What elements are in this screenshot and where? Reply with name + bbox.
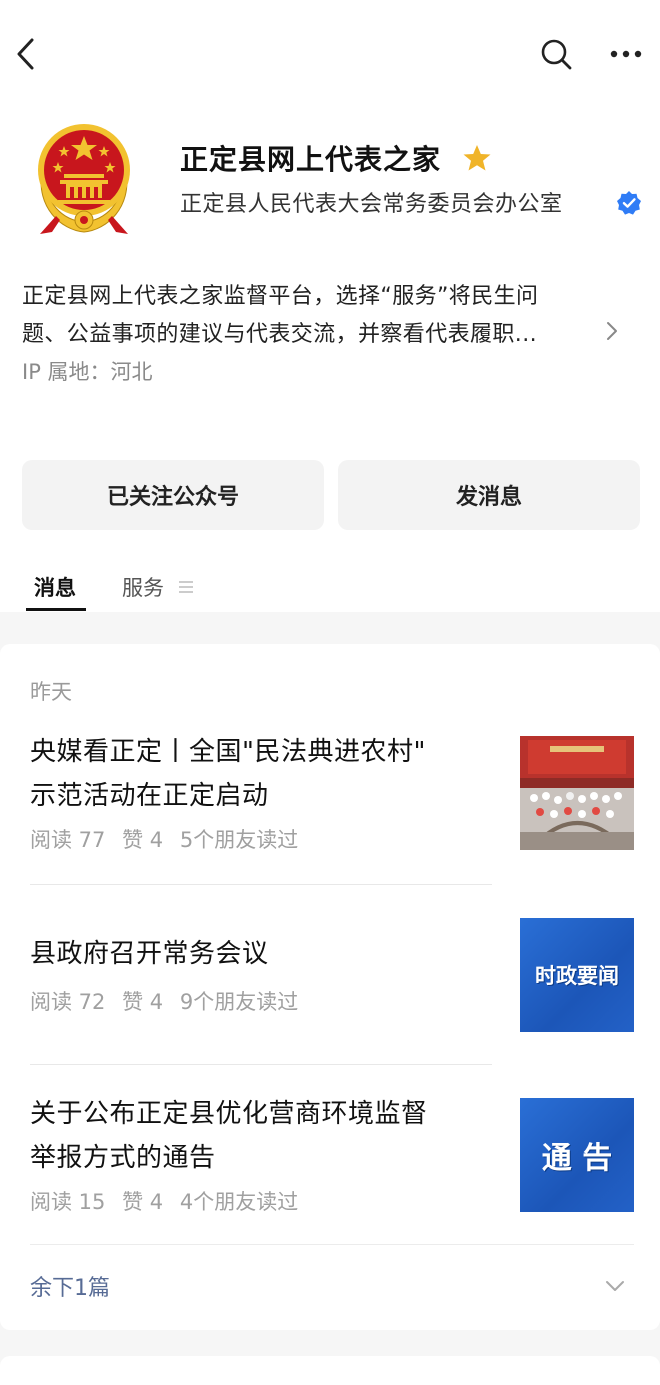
search-button[interactable] — [538, 36, 574, 72]
article-item[interactable]: 央媒看正定丨全国"民法典进农村" 示范活动在正定启动 阅读 77 赞 4 5个朋… — [0, 730, 660, 870]
friends-read: 5个朋友读过 — [179, 828, 299, 852]
article-title-line: 关于公布正定县优化营商环境监督 — [30, 1099, 428, 1129]
navigation-bar — [0, 0, 660, 110]
read-count: 阅读 77 — [30, 828, 106, 852]
article-thumbnail — [520, 736, 634, 850]
followed-button[interactable]: 已关注公众号 — [22, 460, 324, 530]
account-description[interactable]: 正定县网上代表之家监督平台，选择“服务”将民生问 题、公益事项的建议与代表交流，… — [22, 278, 612, 354]
like-count: 赞 4 — [122, 828, 164, 852]
article-thumbnail: 通 告 — [520, 1098, 634, 1212]
like-count: 赞 4 — [122, 990, 164, 1014]
account-owner[interactable]: 正定县人民代表大会常务委员会办公室 — [180, 186, 563, 218]
national-emblem-icon — [38, 124, 130, 234]
tab-services[interactable]: 服务 — [122, 572, 164, 602]
verified-badge-icon — [617, 191, 641, 215]
like-count: 赞 4 — [122, 1190, 164, 1214]
article-divider — [30, 1064, 492, 1065]
send-message-button[interactable]: 发消息 — [338, 460, 640, 530]
article-title-line: 县政府召开常务会议 — [30, 939, 269, 969]
message-card — [0, 1356, 660, 1385]
chevron-down-icon[interactable] — [604, 1278, 626, 1294]
friends-read: 9个朋友读过 — [179, 990, 299, 1014]
chevron-right-icon[interactable] — [604, 320, 620, 342]
description-line: 正定县网上代表之家监督平台，选择“服务”将民生问 — [22, 284, 539, 309]
section-divider — [30, 1244, 634, 1245]
more-dots-icon — [610, 50, 642, 58]
menu-lines-icon[interactable] — [178, 580, 194, 594]
tab-messages[interactable]: 消息 — [34, 572, 76, 602]
search-icon — [541, 39, 572, 70]
back-button[interactable] — [12, 36, 42, 72]
article-meta: 阅读 15 赞 4 4个朋友读过 — [30, 1186, 308, 1216]
article-title: 县政府召开常务会议 — [30, 932, 500, 976]
article-meta: 阅读 72 赞 4 9个朋友读过 — [30, 986, 308, 1016]
read-count: 阅读 72 — [30, 990, 106, 1014]
article-thumbnail: 时政要闻 — [520, 918, 634, 1032]
account-avatar[interactable] — [26, 112, 142, 242]
read-count: 阅读 15 — [30, 1190, 106, 1214]
account-name: 正定县网上代表之家 — [180, 143, 442, 176]
ip-location: IP 属地：河北 — [22, 360, 153, 384]
article-title: 关于公布正定县优化营商环境监督 举报方式的通告 — [30, 1092, 500, 1180]
date-label: 昨天 — [30, 680, 72, 704]
article-title-line: 举报方式的通告 — [30, 1143, 216, 1173]
article-title-line: 示范活动在正定启动 — [30, 781, 269, 811]
article-meta: 阅读 77 赞 4 5个朋友读过 — [30, 824, 308, 854]
stage-photo-thumbnail — [520, 736, 634, 850]
description-line: 题、公益事项的建议与代表交流，并察看代表履职... — [22, 322, 537, 347]
article-divider — [30, 884, 492, 885]
chevron-left-icon — [17, 38, 34, 70]
article-item[interactable]: 县政府召开常务会议 阅读 72 赞 4 9个朋友读过 时政要闻 — [0, 918, 660, 1052]
article-title-line: 央媒看正定丨全国"民法典进农村" — [30, 737, 426, 767]
active-tab-indicator — [26, 608, 86, 611]
more-button[interactable] — [606, 40, 646, 68]
friends-read: 4个朋友读过 — [179, 1190, 299, 1214]
star-icon[interactable] — [462, 143, 492, 173]
article-title: 央媒看正定丨全国"民法典进农村" 示范活动在正定启动 — [30, 730, 500, 818]
article-item[interactable]: 关于公布正定县优化营商环境监督 举报方式的通告 阅读 15 赞 4 4个朋友读过… — [0, 1092, 660, 1232]
account-header: 正定县网上代表之家 正定县人民代表大会常务委员会办公室 正定县网上代表之家监督平… — [0, 0, 660, 612]
remaining-articles-link[interactable]: 余下1篇 — [30, 1270, 110, 1302]
